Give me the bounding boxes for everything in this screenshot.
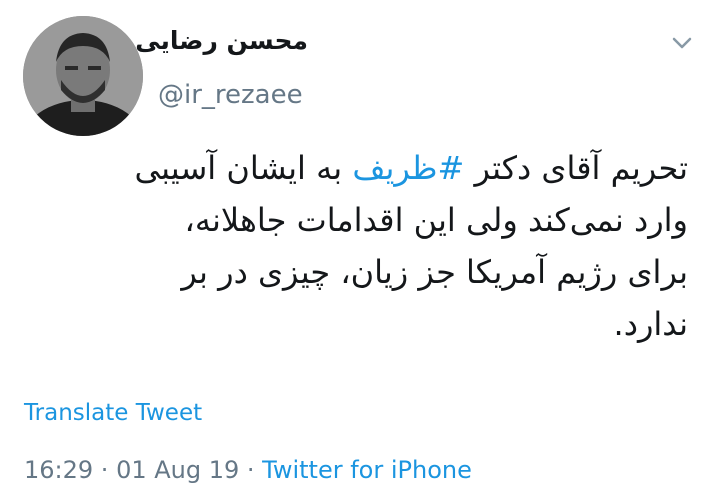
avatar[interactable]	[23, 16, 143, 136]
meta-separator: ·	[239, 456, 263, 484]
avatar-photo	[23, 16, 143, 136]
tweet-line-1-end: به ایشان آسیبی	[134, 149, 353, 187]
user-handle[interactable]: @ir_rezaee	[158, 80, 303, 110]
hashtag-link[interactable]: #ظریف	[352, 149, 464, 187]
chevron-down-icon	[672, 37, 692, 49]
translate-tweet-link[interactable]: Translate Tweet	[24, 400, 202, 426]
display-name[interactable]: محسن رضایی	[135, 26, 308, 55]
tweet-menu-button[interactable]	[670, 34, 694, 52]
tweet-line-1-start: تحریم آقای دکتر	[464, 149, 688, 187]
tweet-meta: 16:29 · 01 Aug 19 · Twitter for iPhone	[24, 456, 472, 484]
tweet-text: تحریم آقای دکتر #ظریف به ایشان آسیبی وار…	[28, 142, 688, 350]
tweet-time[interactable]: 16:29	[24, 456, 93, 484]
tweet-date[interactable]: 01 Aug 19	[116, 456, 239, 484]
tweet-line-3: برای رژیم آمریکا جز زیان، چیزی در بر	[181, 253, 688, 291]
tweet-line-1: تحریم آقای دکتر #ظریف به ایشان آسیبی	[28, 142, 688, 194]
tweet-line-4: ندارد.	[613, 305, 688, 343]
meta-separator: ·	[93, 456, 117, 484]
tweet-source-link[interactable]: Twitter for iPhone	[262, 456, 472, 484]
tweet-line-2: وارد نمی‌کند ولی این اقدامات جاهلانه،	[184, 201, 688, 239]
